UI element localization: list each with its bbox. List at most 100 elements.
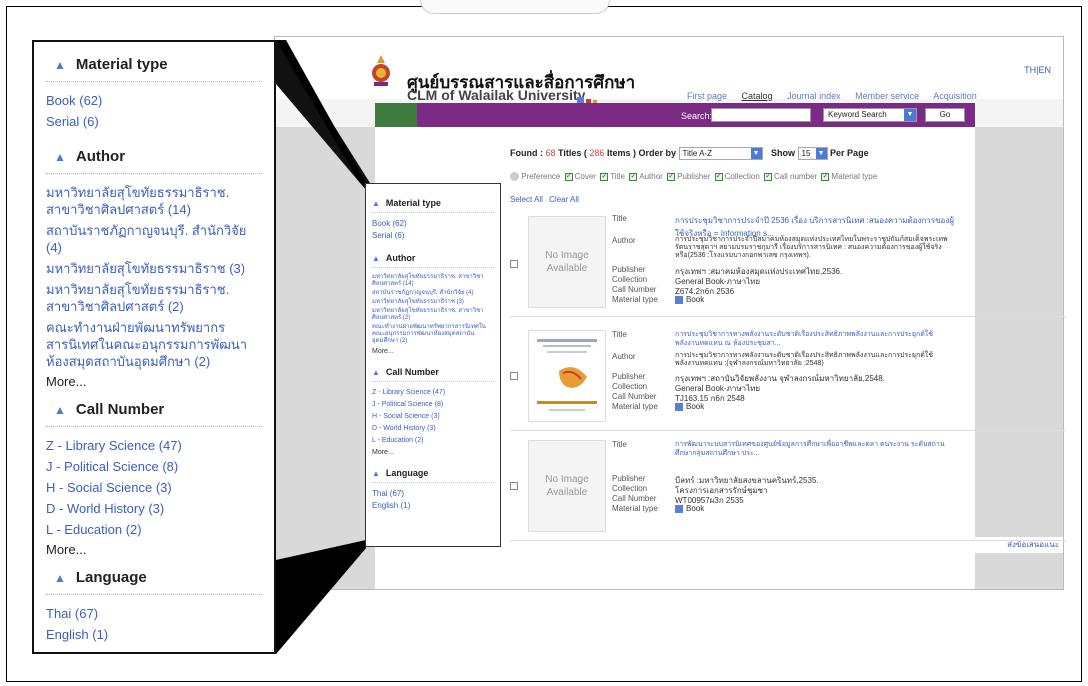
field-label-title: Title [612,214,627,223]
facet-item[interactable]: มหาวิทยาลัยสุโขทัยธรรมาธิราช. สาขาวิชาศิ… [372,308,494,322]
field-label-collection: Collection [612,484,648,493]
option-collection: Collection [724,172,760,181]
language-switch[interactable]: TH|EN [1024,65,1051,75]
facet-heading-author-small[interactable]: ▲ Author [372,253,494,268]
facet-item[interactable]: สถาบันราชภัฏกาญจนบุรี. สำนักวิจัย (4) [46,222,262,256]
facet-item[interactable]: มหาวิทยาลัยสุโขทัยธรรมาธิราช (3) [46,260,262,277]
triangle-up-icon: ▲ [54,150,66,164]
result-record: No Image Available Title การพัฒนาระบบสารน… [510,436,1066,548]
record-checkbox[interactable] [510,260,518,268]
checkbox-title[interactable] [600,171,609,181]
facet-item[interactable]: Serial (6) [372,231,494,241]
field-label-material-type: Material type [612,402,658,411]
facet-item[interactable]: D - World History (3) [46,500,262,517]
clear-all-link[interactable]: Clear All [549,195,579,204]
option-material-type: Material type [831,172,878,181]
book-icon [675,402,683,411]
checkbox-publisher[interactable] [667,171,676,181]
facet-item[interactable]: Z - Library Science (47) [46,437,262,454]
per-page-label: Per Page [830,147,869,158]
option-call-number: Call number [774,172,818,181]
book-icon [675,504,683,513]
more-link[interactable]: More... [372,448,494,458]
record-material-type: Book [675,504,955,513]
facet-item[interactable]: J - Political Science (8) [46,458,262,475]
field-label-title: Title [612,440,627,449]
record-divider [510,430,1066,431]
facet-item[interactable]: English (1) [46,626,262,643]
facet-item[interactable]: คณะทำงานฝ่ายพัฒนาทรัพยากรสารนิเทศในคณะอน… [46,319,262,370]
facet-heading-language[interactable]: ▲ Language [46,569,262,595]
nav-acquisition[interactable]: Acquisition [933,91,977,101]
show-select[interactable]: 15 ▼ [797,147,828,160]
facet-item[interactable]: Thai (67) [372,489,494,499]
facet-item[interactable]: D - World History (3) [372,424,494,434]
record-title[interactable]: การพัฒนาระบบสารนิเทศของศูนย์ข้อมูลการศึก… [675,440,955,458]
triangle-up-icon: ▲ [372,469,380,478]
order-select[interactable]: Title A-Z ▼ [678,147,763,160]
facet-item[interactable]: สถาบันราชภัฏกาญจนบุรี. สำนักวิจัย (4) [372,290,494,297]
triangle-up-icon: ▲ [54,571,66,585]
record-title[interactable]: การประชุมวิชาการทางพลังงานระดับชาติเรื่อ… [675,330,955,348]
field-label-material-type: Material type [612,295,658,304]
facet-item[interactable]: English (1) [372,501,494,511]
search-label: Search: [681,111,713,121]
search-type-select[interactable]: Keyword Search ▼ [823,108,917,122]
selection-links: Select All Clear All [510,195,579,204]
facet-item[interactable]: H - Social Science (3) [372,412,494,422]
record-checkbox[interactable] [510,372,518,380]
option-publisher: Publisher [677,172,711,181]
facet-item[interactable]: Serial (6) [46,113,262,130]
top-decoration [420,0,610,14]
no-image-placeholder: No Image Available [528,440,606,532]
facet-item[interactable]: คณะทำงานฝ่ายพัฒนาทรัพยากรสารนิเทศในคณะอน… [372,324,494,345]
facet-heading-author[interactable]: ▲ Author [46,148,262,174]
nav-member-service[interactable]: Member service [855,91,919,101]
facet-item[interactable]: Book (62) [372,219,494,229]
search-type-value: Keyword Search [828,110,887,119]
select-all-link[interactable]: Select All [510,195,543,204]
nav-catalog[interactable]: Catalog [742,91,773,101]
facet-item[interactable]: Z - Library Science (47) [372,388,494,398]
more-link[interactable]: More... [372,347,494,357]
option-cover: Cover [574,172,596,181]
facet-item[interactable]: Book (62) [46,92,262,109]
facet-item[interactable]: H - Social Science (3) [46,479,262,496]
facet-heading-language-small[interactable]: ▲ Language [372,468,494,483]
facet-item[interactable]: มหาวิทยาลัยสุโขทัยธรรมาธิราช. สาขาวิชาศิ… [372,274,494,288]
facet-item[interactable]: L - Education (2) [46,521,262,538]
checkbox-author[interactable] [629,171,638,181]
facet-item[interactable]: มหาวิทยาลัยสุโขทัยธรรมาธิราช. สาขาวิชาศิ… [46,184,262,218]
go-button[interactable]: Go [925,108,965,122]
facet-heading-call-number-small[interactable]: ▲ Call Number [372,367,494,382]
left-gutter [275,127,375,589]
no-image-placeholder: No Image Available [528,216,606,308]
found-label: Found : [510,147,543,158]
facet-item[interactable]: มหาวิทยาลัยสุโขทัยธรรมาธิราช (3) [372,299,494,306]
checkbox-material-type[interactable] [821,171,830,181]
field-label-author: Author [612,352,636,361]
record-checkbox[interactable] [510,482,518,490]
facet-heading-call-number[interactable]: ▲ Call Number [46,401,262,427]
option-title: Title [610,172,626,181]
more-link[interactable]: More... [46,374,262,389]
nav-first-page[interactable]: First page [687,91,727,101]
checkbox-call-number[interactable] [764,171,773,181]
checkbox-collection[interactable] [714,171,723,181]
nav-journal-index[interactable]: Journal index [787,91,841,101]
facet-heading-material-type-small[interactable]: ▲ Material type [372,198,494,213]
titles-label: Titles ( [558,147,587,158]
facet-item[interactable]: L - Education (2) [372,436,494,446]
field-label-author: Author [612,236,636,245]
field-label-publisher: Publisher [612,474,646,483]
facet-item[interactable]: มหาวิทยาลัยสุโขทัยธรรมาธิราช. สาขาวิชาศิ… [46,281,262,315]
facet-heading-material-type[interactable]: ▲ Material type [46,56,262,82]
facet-item[interactable]: Thai (67) [46,605,262,622]
checkbox-cover[interactable] [564,171,573,181]
triangle-up-icon: ▲ [372,254,380,263]
more-link[interactable]: More... [46,542,262,557]
search-input[interactable] [711,108,811,122]
facet-panel-zoomed: ▲ Material type Book (62) Serial (6) ▲ Aut… [32,40,276,654]
facet-item[interactable]: J - Political Science (8) [372,400,494,410]
field-label-title: Title [612,330,627,339]
